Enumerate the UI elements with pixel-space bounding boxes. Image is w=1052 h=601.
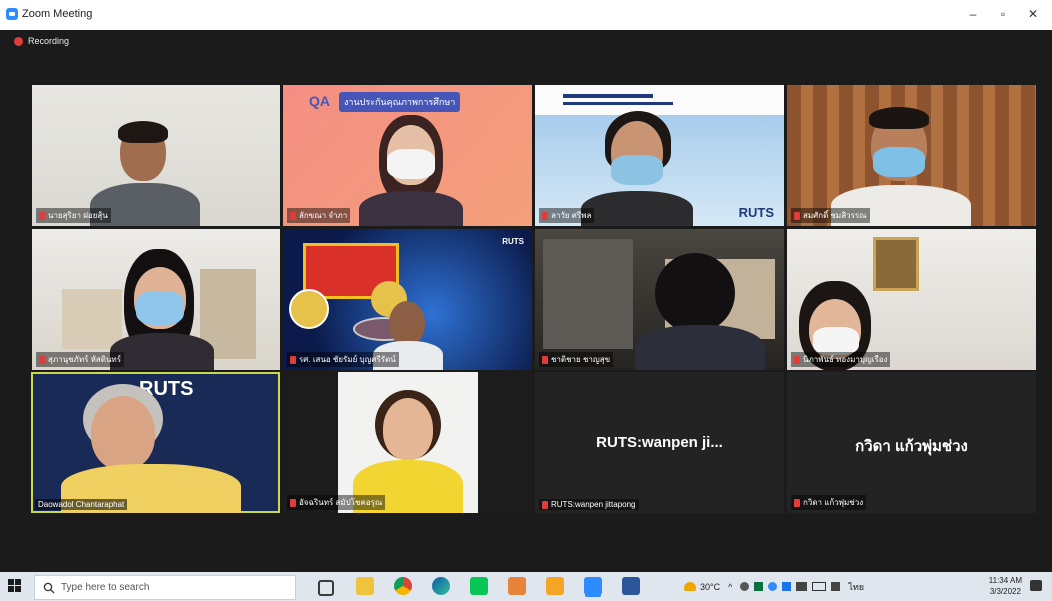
qa-logo: QA [309,93,330,109]
mic-muted-icon [290,211,296,220]
recording-icon [14,36,23,46]
mic-muted-icon [794,211,800,220]
participant-name: รศ. เสนอ ชัยรัมย์ บุญศรีรัตน์ [287,352,399,367]
video-tile-active-speaker[interactable]: RUTS Daowadol Chantaraphat [31,372,280,513]
search-icon [43,582,55,593]
video-tile[interactable]: อัจฉรินทร์ สมัปโชคอรุณ [283,372,532,513]
participant-name: นายสุริยา ฝอยสุ้น [36,208,111,223]
file-explorer-icon[interactable] [356,577,374,595]
mic-muted-icon [794,498,800,507]
participant-face [389,301,425,345]
participant-name: สุภานุชภัทร์ หัสดินทร์ [36,352,125,367]
face-mask [387,149,435,179]
participant-name: Daowadol Chantaraphat [35,499,128,510]
weather-icon [684,582,696,591]
edge-icon[interactable] [432,577,450,595]
mic-muted-icon [290,498,296,507]
app-orange-icon[interactable] [508,577,526,595]
video-tile-no-video[interactable]: RUTS:wanpen ji... RUTS:wanpen jittapong [535,372,784,513]
participant-name: อัจฉรินทร์ สมัปโชคอรุณ [287,495,386,510]
wall-portrait [873,237,919,291]
recording-indicator[interactable]: Recording [14,36,69,46]
mic-muted-icon [542,500,548,509]
mic-muted-icon [542,211,548,220]
mic-muted-icon [542,355,548,364]
battery-icon[interactable] [812,582,827,591]
tray-app-icon[interactable] [754,582,764,591]
video-tile[interactable]: นายสุริยา ฝอยสุ้น [32,85,280,226]
face-mask [611,155,663,185]
zoom-logo-icon [6,8,18,20]
ruts-logo: RUTS [738,205,774,220]
tray-app-icon[interactable] [740,582,750,591]
participant-display-name: RUTS:wanpen ji... [596,434,723,451]
clock-date: 3/3/2022 [989,587,1021,596]
chevron-up-icon[interactable]: ^ [728,582,732,592]
volume-icon[interactable] [831,582,841,591]
video-tile[interactable]: นิภาพันธ์ ทองมาบุญเรือง [787,229,1036,370]
participant-display-name: กวิดา แก้วพุ่มช่วง [855,438,968,455]
minimize-button[interactable]: – [962,5,984,23]
participant-face [91,396,155,470]
participant-face [383,398,433,460]
face-mask [813,327,859,355]
video-tile-no-video[interactable]: กวิดา แก้วพุ่มช่วง กวิดา แก้วพุ่มช่วง [787,372,1036,513]
participant-name: สมศักดิ์ ชมสิวรรณ [791,208,870,223]
participant-name: กวิดา แก้วพุ่มช่วง [791,495,867,510]
network-icon[interactable] [796,582,808,591]
mic-muted-icon [39,355,45,364]
tray-icons [740,582,841,591]
recording-label: Recording [28,36,70,46]
clock-time: 11:34 AM [988,576,1022,585]
word-icon[interactable] [622,577,640,595]
face-mask [136,291,184,325]
participant-name: ชาติชาย ชาญสุข [539,352,614,367]
notifications-icon[interactable] [1030,580,1042,591]
restore-button[interactable]: ▫ [992,5,1014,23]
participant-name: ลักขณา จำภา [287,208,351,223]
window-title: Zoom Meeting [22,8,93,20]
video-tile[interactable]: RUTS ลาวัย ศรีพล [535,85,784,226]
mic-muted-icon [290,355,296,364]
tray-app-icon[interactable] [782,582,792,591]
ruts-logo: RUTS [502,237,524,246]
line-icon[interactable] [470,577,488,595]
close-button[interactable]: ✕ [1022,5,1044,23]
video-tile[interactable]: RUTS รศ. เสนอ ชัยรัมย์ บุญศรีรัตน์ [283,229,532,370]
windows-start-button[interactable] [8,579,22,593]
banner-text: งานประกันคุณภาพการศึกษา [339,92,461,112]
participant-name: ลาวัย ศรีพล [539,208,595,223]
video-tile[interactable]: ชาติชาย ชาญสุข [535,229,784,370]
video-tile[interactable]: สุภานุชภัทร์ หัสดินทร์ [32,229,280,370]
weather-temp: 30°C [700,581,721,592]
chrome-icon[interactable] [394,577,412,595]
mic-muted-icon [39,211,45,220]
paint-icon[interactable] [546,577,564,595]
tray-app-icon[interactable] [768,582,778,591]
zoom-taskbar-icon[interactable] [584,577,602,595]
participant-name: นิภาพันธ์ ทองมาบุญเรือง [791,352,891,367]
system-tray: 30°C ^ ไทย [684,572,864,601]
taskbar: Type here to search 30°C ^ ไทย 11:34 AM … [0,572,1052,601]
taskbar-search-box[interactable]: Type here to search [34,575,296,600]
title-bar: Zoom Meeting – ▫ ✕ [0,0,1052,30]
meeting-stage: Recording นายสุริยา ฝอยสุ้น QA งานประกัน… [0,30,1052,572]
face-mask [873,147,925,177]
video-tile[interactable]: QA งานประกันคุณภาพการศึกษา ลักขณา จำภา [283,85,532,226]
language-indicator[interactable]: ไทย [848,580,864,594]
task-view-icon[interactable] [318,580,334,596]
video-tile[interactable]: สมศักดิ์ ชมสิวรรณ [787,85,1036,226]
search-placeholder: Type here to search [61,582,150,593]
mic-muted-icon [794,355,800,364]
clock[interactable]: 11:34 AM 3/3/2022 [989,575,1022,597]
participant-name: RUTS:wanpen jittapong [539,499,639,510]
